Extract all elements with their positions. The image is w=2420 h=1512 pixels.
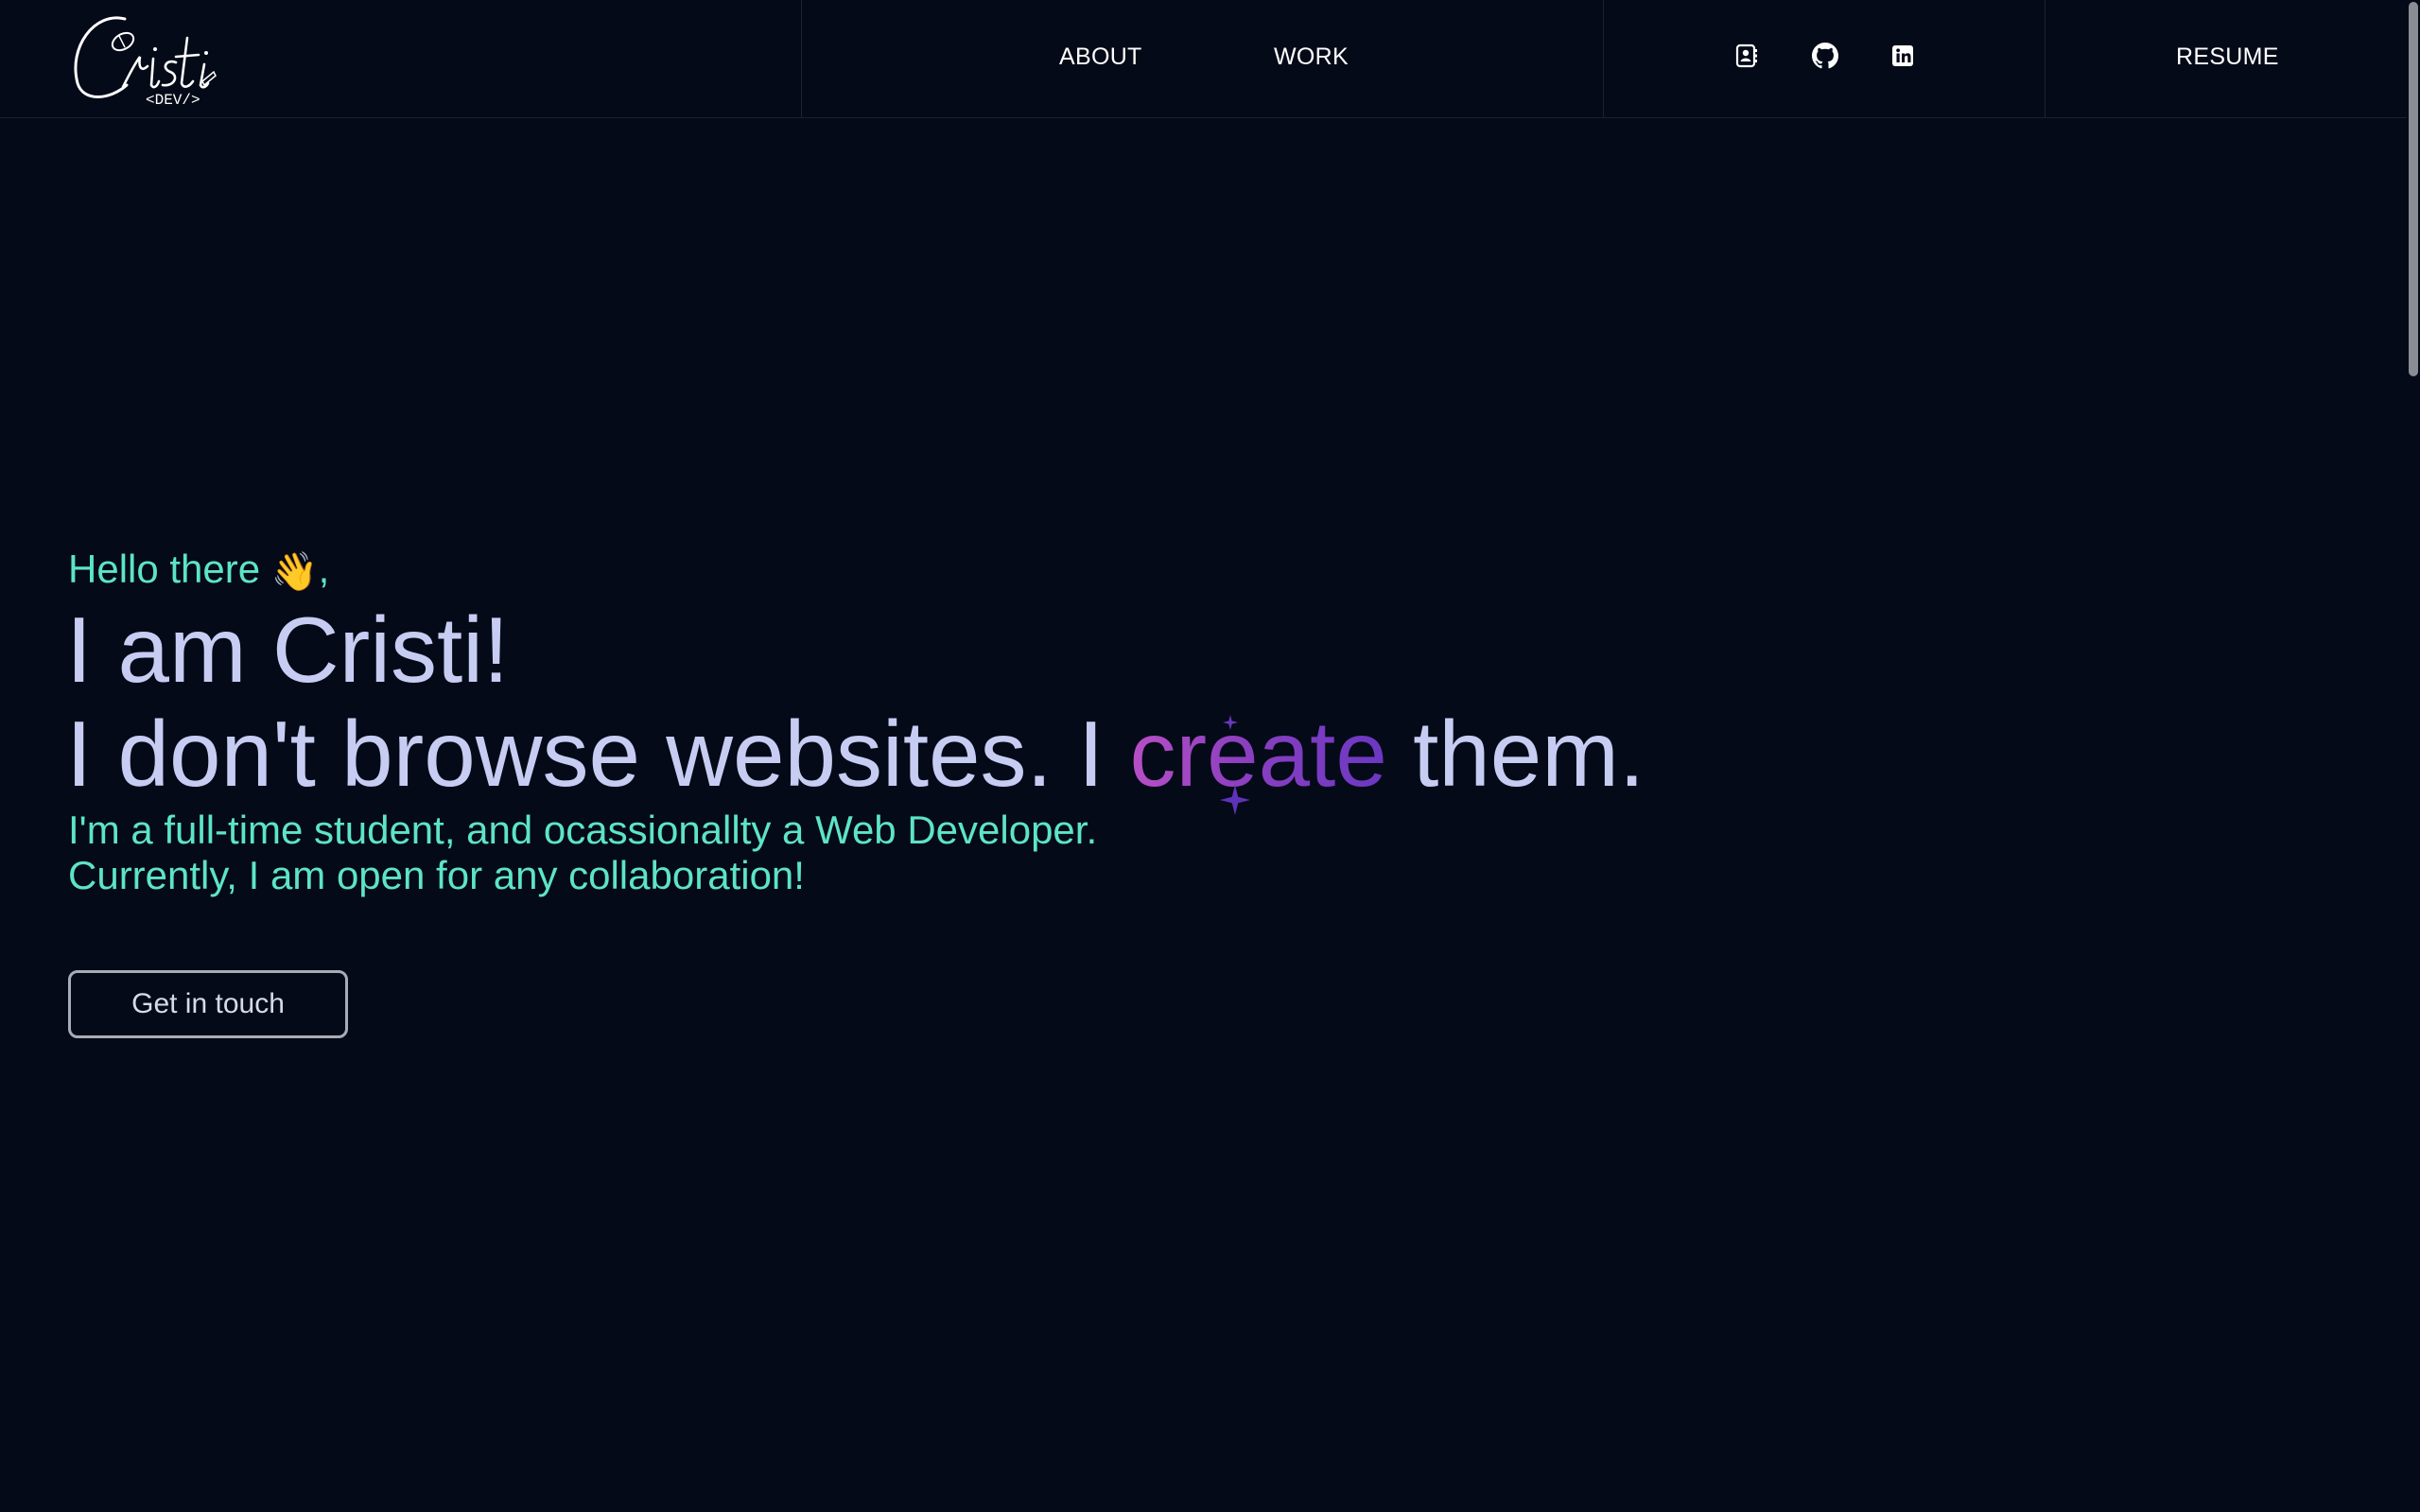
hero-headline: I am Cristi! [66,598,510,702]
hero-description-line1: I'm a full-time student, and ocassionall… [68,808,1098,852]
logo[interactable]: <DEV/> [66,9,218,112]
header-divider [1603,0,1604,117]
github-icon[interactable] [1812,43,1838,69]
nav-work-link[interactable]: WORK [1274,43,1349,71]
sparkle-icon [1220,785,1250,815]
tagline-end: them. [1386,702,1645,806]
get-in-touch-button[interactable]: Get in touch [68,970,348,1038]
greeting: Hello there 👋, [68,547,329,594]
site-header: <DEV/> ABOUT WORK RESUME [0,0,2407,118]
resume-link[interactable]: RESUME [2176,43,2279,71]
scrollbar[interactable] [2407,0,2420,1512]
nav-about-link[interactable]: ABOUT [1059,43,1142,71]
greeting-text: Hello there [68,547,261,591]
contact-card-icon[interactable] [1733,43,1760,69]
tagline-start: I don't browse websites. I [66,702,1130,806]
header-divider [801,0,802,117]
scrollbar-thumb[interactable] [2409,2,2418,376]
svg-text:<DEV/>: <DEV/> [146,92,200,109]
linkedin-icon[interactable] [1889,43,1916,69]
hero-tagline: I don't browse websites. I create them. [66,702,1645,806]
page: <DEV/> ABOUT WORK RESUME Hello there 👋, … [0,0,2420,1512]
waving-hand-icon: 👋 [270,551,319,593]
greeting-suffix: , [318,547,330,591]
header-divider [2045,0,2046,117]
hero-description-line2: Currently, I am open for any collaborati… [68,853,805,897]
sparkle-icon [1223,715,1238,730]
tagline-highlight: create [1129,702,1387,806]
